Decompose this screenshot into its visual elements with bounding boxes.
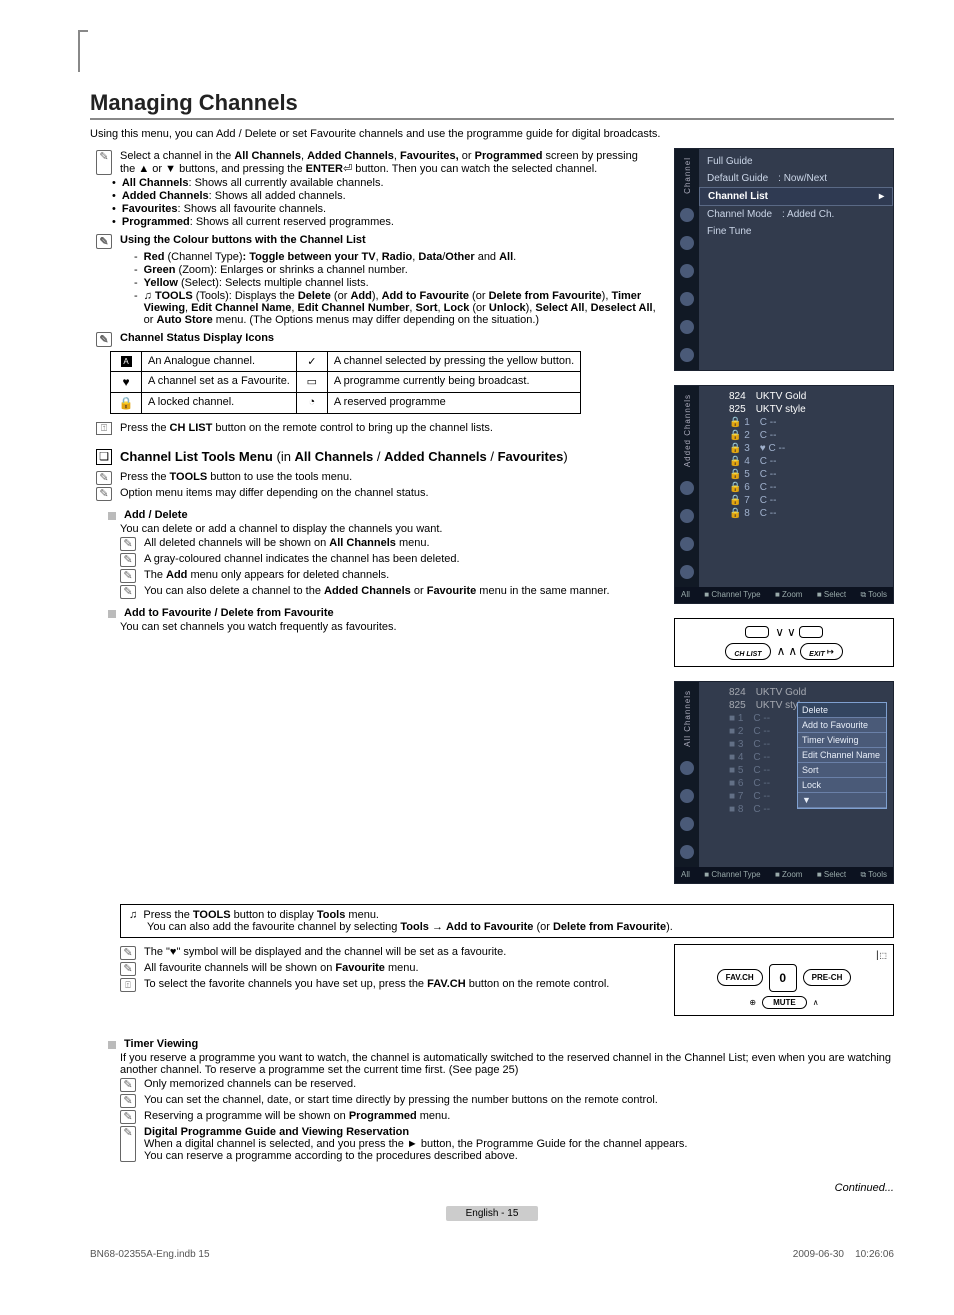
clock-icon	[680, 845, 694, 859]
section-heading: Channel List Tools Menu (in All Channels…	[120, 449, 568, 465]
continued-label: Continued...	[90, 1182, 894, 1194]
page-title: Managing Channels	[90, 90, 894, 120]
all-icon	[680, 481, 694, 495]
exit-button: EXIT ↦	[800, 643, 843, 660]
check-icon: ✓	[296, 352, 327, 372]
section-marker: ❏	[96, 449, 112, 465]
heart-icon	[680, 817, 694, 831]
mute-button: MUTE	[762, 996, 807, 1009]
antenna-icon	[680, 509, 694, 523]
clock-icon	[680, 565, 694, 579]
heart-icon	[680, 537, 694, 551]
note-icon: ✎	[96, 332, 112, 347]
remote-favch-illustration: ⎮⬚ FAV.CH 0 PRE-CH ⊕ MUTE ∧	[674, 944, 894, 1016]
intro-text: Using this menu, you can Add / Delete or…	[90, 128, 894, 140]
channel-status-table: A An Analogue channel. ✓ A channel selec…	[110, 351, 581, 414]
osd-menu-panel: Channel Full Guide Default Guide: Now/Ne…	[674, 148, 894, 371]
zero-button: 0	[769, 964, 797, 992]
osd-all-channels-tools: All Channels 824UKTV Gold 825UKTV style …	[674, 681, 894, 884]
all-icon	[680, 761, 694, 775]
note-icon: ✎	[96, 234, 112, 249]
lock-icon: 🔒	[111, 393, 142, 414]
note-text: Select a channel in the All Channels, Ad…	[120, 150, 656, 175]
heart-icon: ♥	[111, 372, 142, 393]
antenna-icon	[680, 292, 694, 306]
page-footer: English - 15	[90, 1208, 894, 1219]
tools-popup: DeleteAdd to FavouriteTimer ViewingEdit …	[797, 702, 887, 809]
satellite-icon	[680, 236, 694, 250]
note-icon: ✎	[96, 150, 112, 175]
print-meta: BN68-02355A-Eng.indb 15 2009-06-30 10:26…	[90, 1249, 894, 1260]
antenna-icon	[680, 789, 694, 803]
osd-added-channels: Added Channels 824UKTV Gold 825UKTV styl…	[674, 385, 894, 604]
chlist-button: CH LIST	[725, 643, 770, 660]
tools-tip-box: ♫ Press the TOOLS button to display Tool…	[120, 904, 894, 938]
analogue-icon: A	[111, 352, 142, 372]
tv-icon: ▭	[296, 372, 327, 393]
prech-button: PRE-CH	[803, 969, 852, 986]
gear-icon	[680, 264, 694, 278]
record-icon	[680, 348, 694, 362]
globe-icon	[680, 208, 694, 222]
pip-icon	[680, 320, 694, 334]
favch-button: FAV.CH	[717, 969, 763, 986]
clock-icon: ◔	[296, 393, 327, 414]
remote-chlist-illustration: ∨ ∨ CH LIST ∧ ∧ EXIT ↦	[674, 618, 894, 667]
remote-icon: ⍐	[96, 422, 112, 435]
